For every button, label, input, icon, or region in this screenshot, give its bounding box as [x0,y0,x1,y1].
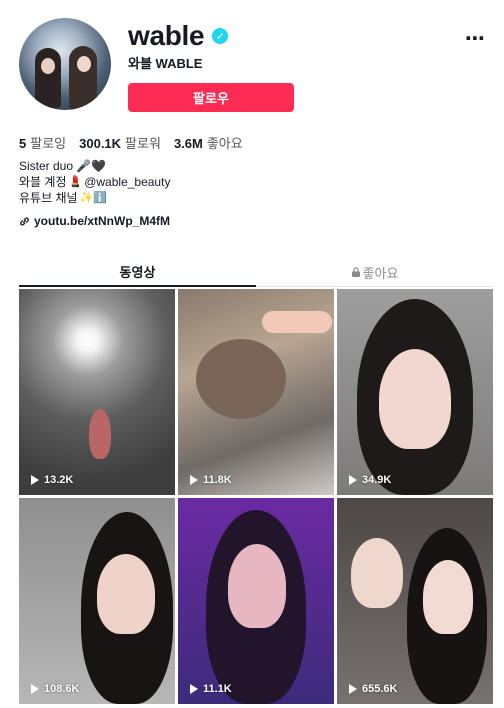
bio-line-3: 유튜브 채널 ✨ℹ️ [19,190,170,206]
bio-mention-link[interactable]: @wable_beauty [84,174,170,190]
video-grid: 13.2K 11.8K 34.9K 108.6K 11.1K 655.6K [19,289,493,704]
more-options-icon[interactable]: ⋯ [465,26,486,51]
avatar-person-left [35,48,61,108]
video-views: 108.6K [31,683,79,695]
bio-line-1: Sister duo 🎤🖤 [19,159,107,173]
video-tile[interactable]: 11.8K [178,289,334,495]
video-thumbnail-figure [89,409,111,459]
video-views: 13.2K [31,474,73,486]
follow-button[interactable]: 팔로우 [128,83,294,112]
video-views-count: 11.8K [203,474,232,486]
username-row: wable ✓ [128,20,229,52]
video-views-count: 108.6K [44,683,80,695]
lipstick-icon: 💄 [68,176,83,188]
video-views: 655.6K [349,683,397,695]
profile-link-text: youtu.be/xtNnWp_M4fM [34,214,170,228]
video-thumbnail-face [379,349,451,449]
video-thumbnail-hand [262,311,332,333]
tab-liked[interactable]: 좋아요 [256,257,493,287]
nickname: 와블 WABLE [128,56,203,71]
video-tile[interactable]: 655.6K [337,498,493,704]
stat-followers-value: 300.1K [79,136,122,151]
stat-followers[interactable]: 300.1K 팔로워 [79,133,161,152]
stat-likes-label: 좋아요 [206,136,243,151]
avatar-face-left [41,58,55,74]
stat-likes-value: 3.6M [173,136,203,151]
play-icon [31,684,39,694]
play-icon [349,684,357,694]
stat-following-value: 5 [19,136,27,151]
video-tile[interactable]: 13.2K [19,289,175,495]
video-thumbnail-face [228,544,286,628]
video-views-count: 655.6K [362,683,398,695]
bio: Sister duo 🎤🖤 와블 계정 💄 @wable_beauty 유튜브 … [19,158,170,206]
lock-icon [351,267,360,277]
profile-link[interactable]: youtu.be/xtNnWp_M4fM [19,214,170,228]
video-views-count: 34.9K [362,474,392,486]
video-views-count: 13.2K [44,474,74,486]
play-icon [349,475,357,485]
video-views: 34.9K [349,474,391,486]
video-views: 11.1K [190,683,232,695]
video-views: 11.8K [190,474,232,486]
tab-videos[interactable]: 동영상 [19,257,256,287]
tab-videos-label: 동영상 [119,264,156,280]
video-thumbnail-face-left [351,538,403,608]
stat-following[interactable]: 5 팔로잉 [19,133,66,152]
username: wable [128,20,205,51]
video-tile[interactable]: 108.6K [19,498,175,704]
video-thumbnail-figure [196,339,286,419]
stats: 5 팔로잉 300.1K 팔로워 3.6M 좋아요 [19,133,243,152]
video-thumbnail-face-right [423,560,473,634]
video-views-count: 11.1K [203,683,232,695]
verified-icon: ✓ [212,28,229,44]
bio-line-2-prefix: 와블 계정 [19,175,67,189]
link-icon [20,216,29,226]
sparkle-info-icon: ✨ℹ️ [79,192,107,204]
stat-followers-label: 팔로워 [125,136,161,151]
play-icon [31,475,39,485]
play-icon [190,475,198,485]
bio-line-2: 와블 계정 💄 @wable_beauty [19,174,170,190]
profile-tabs: 동영상 좋아요 [19,257,493,287]
tab-liked-label: 좋아요 [362,265,399,281]
avatar-face-right [77,56,91,72]
video-thumbnail-face [97,554,155,634]
video-tile[interactable]: 11.1K [178,498,334,704]
play-icon [190,684,198,694]
stat-likes: 3.6M 좋아요 [174,133,243,152]
stat-following-label: 팔로잉 [30,136,67,151]
avatar[interactable] [19,18,111,110]
video-tile[interactable]: 34.9K [337,289,493,495]
bio-line-3-prefix: 유튜브 채널 [19,191,78,205]
